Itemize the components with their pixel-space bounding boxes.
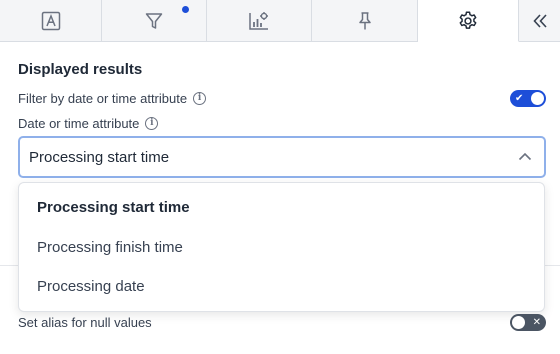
tab-chart-settings[interactable] bbox=[207, 0, 312, 41]
select-value: Processing start time bbox=[29, 148, 170, 166]
x-icon: ✕ bbox=[532, 317, 541, 328]
tab-bar bbox=[0, 0, 560, 42]
date-attribute-label: Date or time attribute bbox=[18, 116, 140, 131]
tab-text-format[interactable] bbox=[0, 0, 102, 41]
null-alias-toggle[interactable]: ✕ bbox=[510, 314, 546, 331]
filter-by-date-toggle[interactable]: ✔ bbox=[510, 90, 546, 107]
date-attribute-row: Date or time attribute i bbox=[18, 116, 159, 131]
filter-by-date-label: Filter by date or time attribute bbox=[18, 91, 188, 106]
dropdown-option-2[interactable]: Processing finish time bbox=[37, 239, 183, 256]
chevron-up-icon bbox=[518, 152, 532, 161]
tab-filters[interactable] bbox=[102, 0, 207, 41]
tab-pin[interactable] bbox=[312, 0, 418, 41]
gear-icon bbox=[459, 11, 477, 29]
info-icon[interactable]: i bbox=[193, 92, 207, 105]
dropdown-option-1[interactable]: Processing start time bbox=[37, 199, 190, 216]
null-alias-label: Set alias for null values bbox=[18, 315, 152, 330]
dropdown-option-3[interactable]: Processing date bbox=[37, 278, 145, 295]
toggle-knob bbox=[531, 92, 544, 105]
chart-settings-icon bbox=[249, 11, 268, 30]
collapse-panel-button[interactable] bbox=[519, 0, 560, 41]
collapse-chevrons-icon bbox=[532, 13, 547, 28]
toggle-knob bbox=[512, 316, 525, 329]
check-icon: ✔ bbox=[515, 93, 524, 104]
text-format-icon bbox=[41, 11, 60, 30]
date-attribute-dropdown: Processing start time Processing finish … bbox=[18, 182, 545, 312]
filter-by-date-row: Filter by date or time attribute i bbox=[18, 91, 207, 106]
info-icon[interactable]: i bbox=[145, 117, 159, 130]
date-attribute-select[interactable]: Processing start time bbox=[18, 136, 546, 178]
pin-icon bbox=[358, 11, 371, 29]
tab-settings[interactable] bbox=[418, 0, 519, 42]
filter-icon bbox=[145, 12, 163, 29]
filter-active-indicator bbox=[182, 6, 189, 13]
section-title: Displayed results bbox=[18, 61, 143, 78]
